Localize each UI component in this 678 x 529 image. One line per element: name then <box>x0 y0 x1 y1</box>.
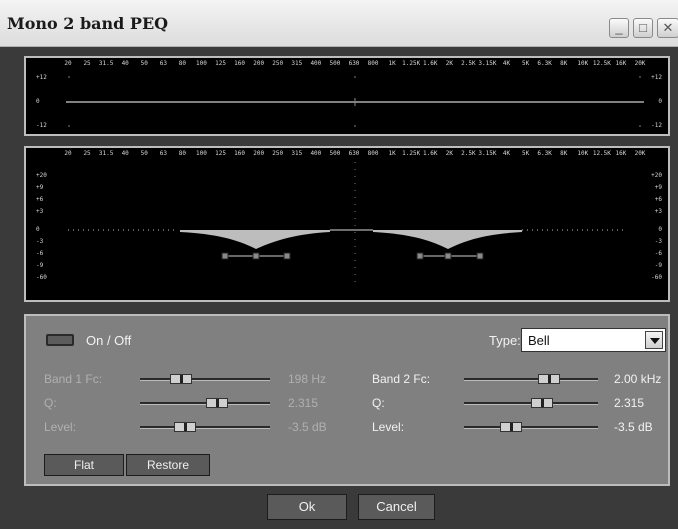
band1-q-handle-left <box>221 252 229 260</box>
band1-center-handle <box>252 252 260 260</box>
type-dropdown[interactable]: Bell <box>521 328 666 352</box>
eq-curve-graph <box>68 162 626 288</box>
band2-q-label: Q: <box>372 396 385 410</box>
band2-q-value: 2.315 <box>614 396 645 410</box>
band1-q-label: Q: <box>44 396 57 410</box>
band2-level-value: -3.5 dB <box>614 420 653 434</box>
minimize-icon: _ <box>615 20 623 35</box>
title-bar: Mono 2 band PEQ _ □ ✕ <box>0 0 678 47</box>
band2-level-slider-track[interactable] <box>464 426 598 429</box>
flat-button[interactable]: Flat <box>44 454 124 476</box>
band1-level-slider-track[interactable] <box>140 426 270 429</box>
minimize-button[interactable]: _ <box>609 18 629 38</box>
band2-curve <box>373 230 522 249</box>
band1-fc-slider-track[interactable] <box>140 378 270 381</box>
type-value: Bell <box>528 333 550 348</box>
band2-q-handle-left <box>416 252 424 260</box>
close-button[interactable]: ✕ <box>657 18 678 38</box>
band1-level-label: Level: <box>44 420 77 434</box>
eq-curve-display: 20 25 31.5 40 50 63 80 100 125 160 200 250 315 400 500… <box>24 146 670 302</box>
band2-q-handle-right <box>476 252 484 260</box>
ok-button[interactable]: Ok <box>267 494 347 520</box>
band1-fc-slider-thumb[interactable] <box>170 374 192 384</box>
band2-level-label: Level: <box>372 420 405 434</box>
band1-fc-value: 198 Hz <box>288 372 327 386</box>
on-off-label: On / Off <box>86 333 132 348</box>
type-label: Type: <box>489 333 521 348</box>
maximize-icon: □ <box>639 20 647 35</box>
band1-fc-label: Band 1 Fc: <box>44 372 103 386</box>
band1-level-value: -3.5 dB <box>288 420 327 434</box>
restore-button[interactable]: Restore <box>126 454 210 476</box>
maximize-button[interactable]: □ <box>633 18 653 38</box>
band1-q-slider-track[interactable] <box>140 402 270 405</box>
cancel-button[interactable]: Cancel <box>358 494 435 520</box>
on-off-toggle[interactable] <box>46 334 74 346</box>
band2-fc-label: Band 2 Fc: <box>372 372 431 386</box>
peq-window: Mono 2 band PEQ _ □ ✕ 20 25 31.5 40 50 63 80 10… <box>0 0 678 529</box>
band1-q-slider-thumb[interactable] <box>206 398 228 408</box>
band2-fc-slider-thumb[interactable] <box>538 374 560 384</box>
level-scale-display: 20 25 31.5 40 50 63 80 100 125 160 200 250 315 400 500… <box>24 56 670 136</box>
controls-panel: On / Off Type: Bell Band 1 Fc: 198 Hz Q:… <box>24 314 670 486</box>
band1-level-slider-thumb[interactable] <box>174 422 196 432</box>
band2-fc-slider-track[interactable] <box>464 378 598 381</box>
band1-curve <box>180 230 330 249</box>
band2-level-slider-thumb[interactable] <box>500 422 522 432</box>
band2-q-slider-thumb[interactable] <box>531 398 553 408</box>
level-line-graph <box>66 76 644 127</box>
close-icon: ✕ <box>662 20 674 35</box>
dropdown-arrow-icon[interactable] <box>645 331 663 349</box>
band2-center-handle <box>444 252 452 260</box>
band1-q-handle-right <box>283 252 291 260</box>
band1-q-value: 2.315 <box>288 396 319 410</box>
window-title: Mono 2 band PEQ <box>7 14 169 33</box>
band2-fc-value: 2.00 kHz <box>614 372 662 386</box>
